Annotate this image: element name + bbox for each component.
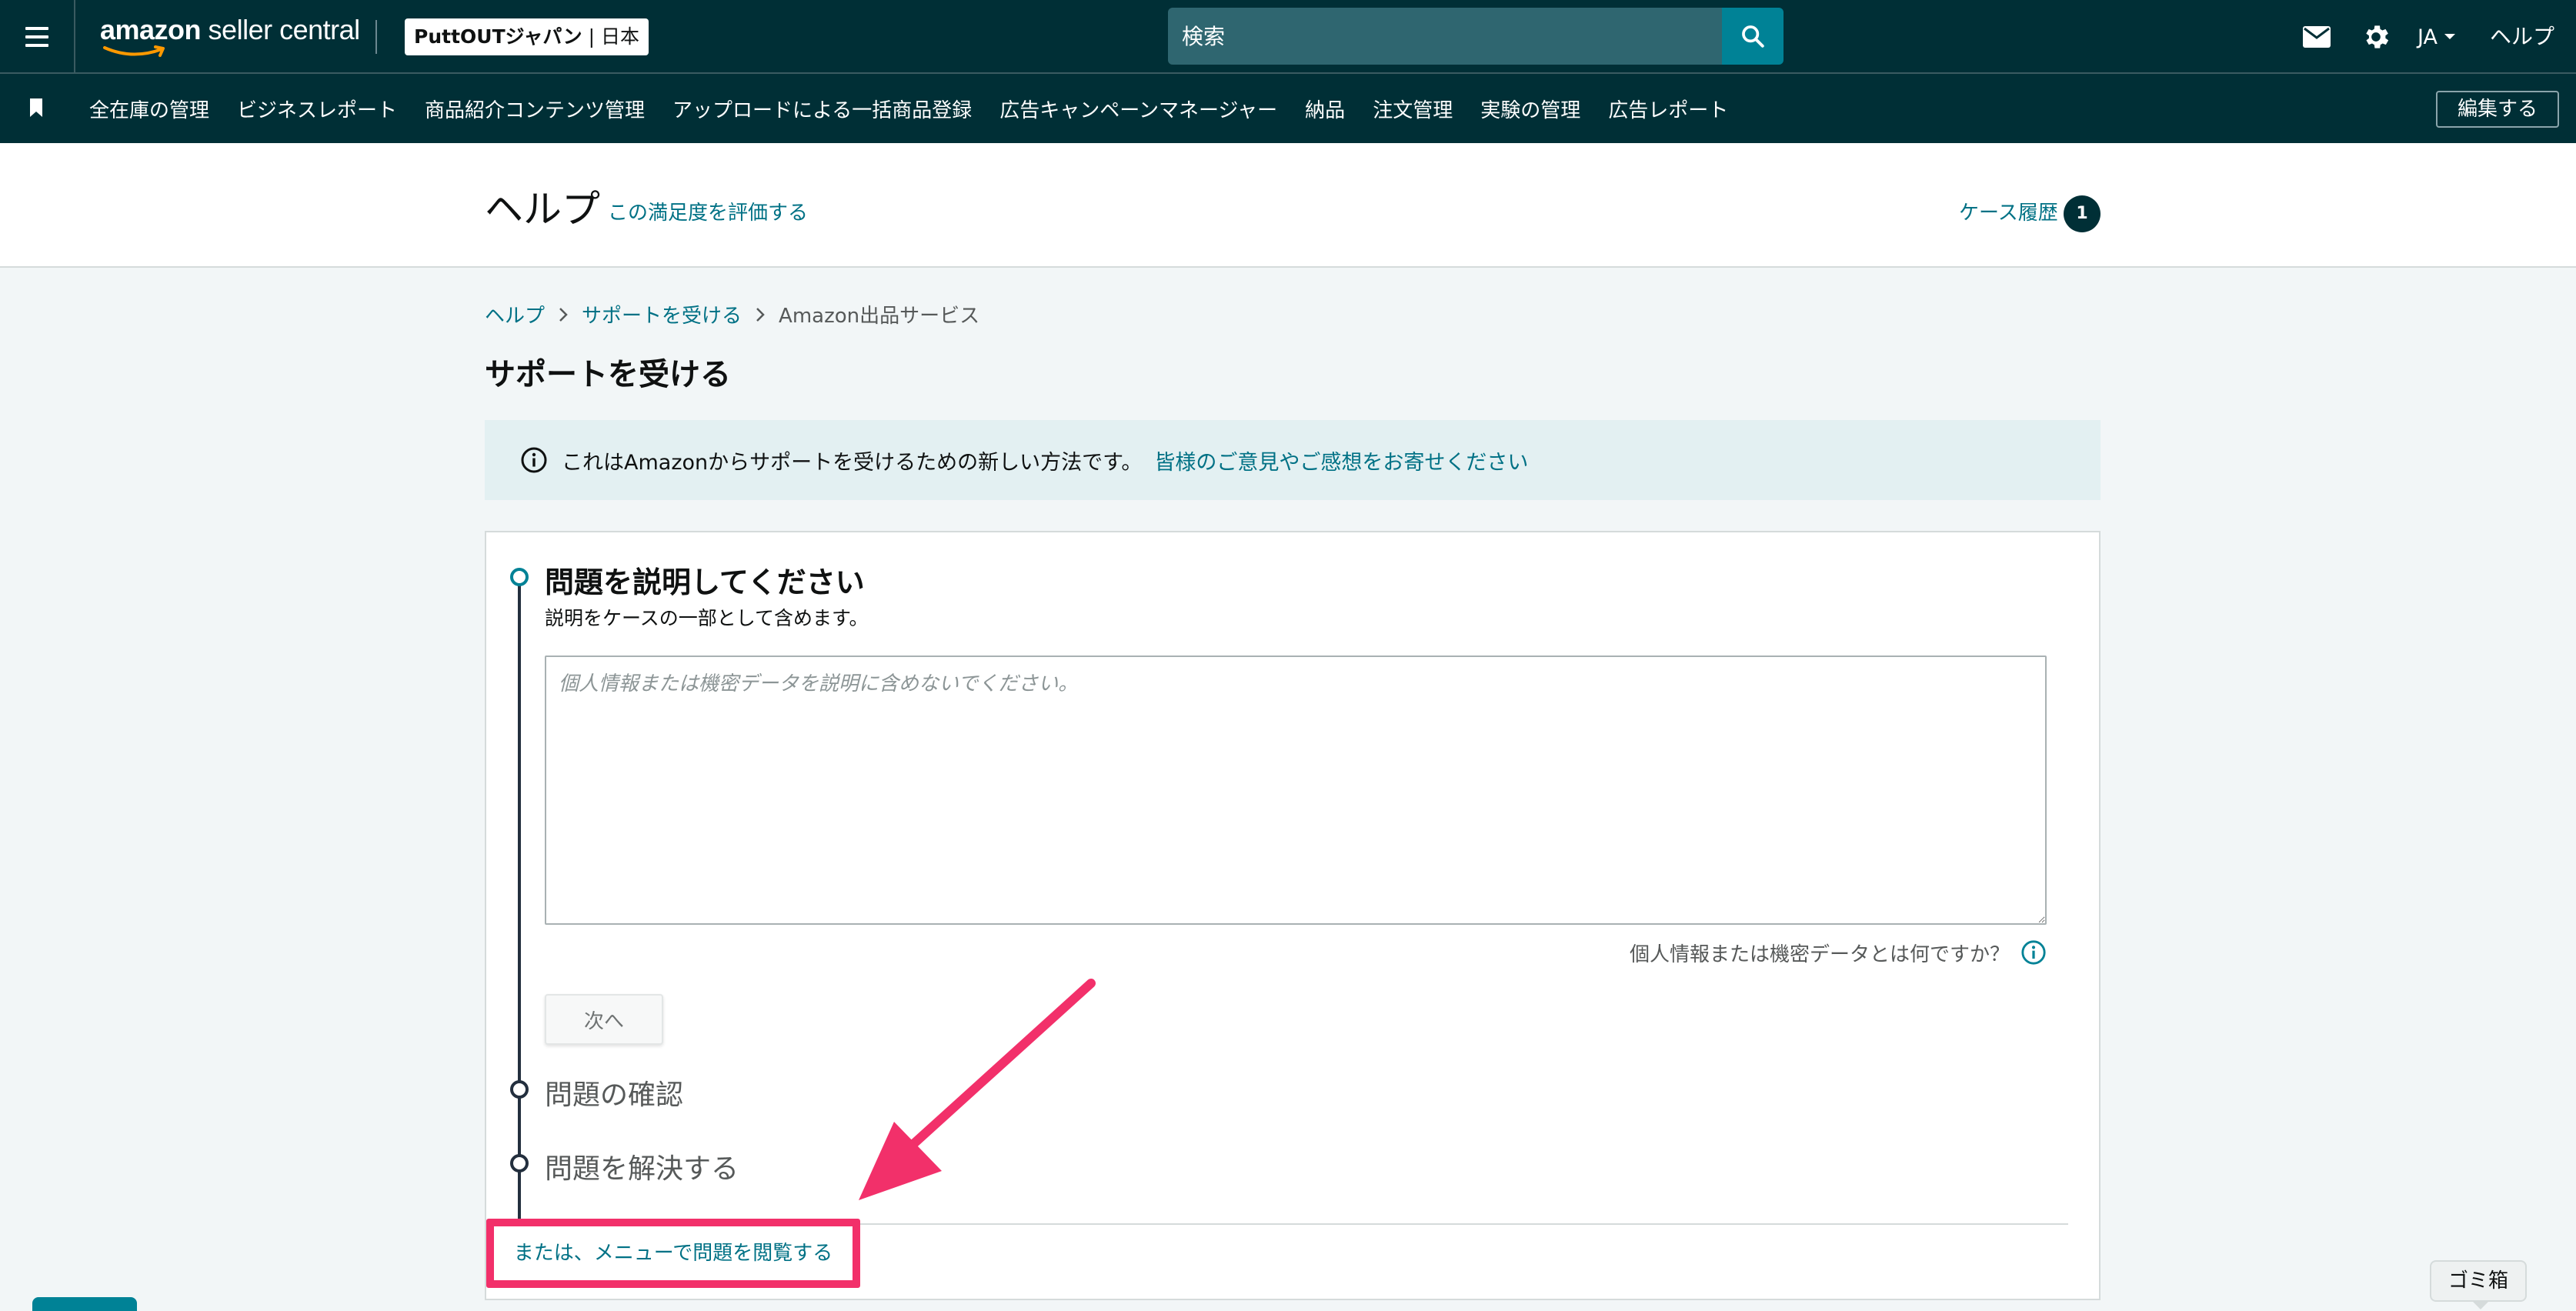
search-input[interactable] <box>1182 23 1722 49</box>
store-region: | 日本 <box>582 25 639 48</box>
search-button[interactable] <box>1722 8 1784 65</box>
annotation-arrow <box>859 979 1096 1200</box>
trash-caret <box>2471 1300 2490 1309</box>
step-indicator-3 <box>510 1154 529 1173</box>
info-icon <box>520 446 548 474</box>
issue-description-textarea[interactable] <box>545 656 2047 925</box>
info-banner: これはAmazonからサポートを受けるための新しい方法です。 皆様のご意見やご感… <box>485 420 2101 500</box>
messages-button[interactable] <box>2302 0 2331 74</box>
settings-button[interactable] <box>2361 0 2391 74</box>
sensitive-data-help[interactable]: 個人情報または機密データとは何ですか？ <box>1628 937 2047 968</box>
bottom-panel-tab[interactable] <box>32 1297 137 1311</box>
help-header: ヘルプ この満足度を評価する ケース履歴 1 <box>0 143 2576 268</box>
nav-item-bulk-upload[interactable]: アップロードによる一括商品登録 <box>672 95 972 123</box>
chevron-right-icon <box>559 307 568 322</box>
header-help-link[interactable]: ヘルプ <box>2490 0 2554 74</box>
gear-icon <box>2366 25 2389 48</box>
nav-item-orders[interactable]: 注文管理 <box>1373 95 1453 123</box>
help-title: ヘルプ <box>485 187 600 232</box>
search-field[interactable] <box>1168 8 1722 65</box>
top-bar: amazon seller central PuttOUTジャパン | 日本 J… <box>0 0 2576 74</box>
sensitive-data-help-text: 個人情報または機密データとは何ですか？ <box>1629 942 2010 966</box>
trash-button[interactable]: ゴミ箱 <box>2430 1260 2527 1302</box>
support-card: 問題を説明してください 説明をケースの一部として含めます。 個人情報または機密デ… <box>485 531 2101 1300</box>
bookmarks-nav: 全在庫の管理 ビジネスレポート 商品紹介コンテンツ管理 アップロードによる一括商… <box>0 74 2576 143</box>
amazon-smile-icon <box>103 45 165 57</box>
nav-item-aplus-content[interactable]: 商品紹介コンテンツ管理 <box>425 95 645 123</box>
breadcrumb-help[interactable]: ヘルプ <box>485 300 545 329</box>
step3-title: 問題を解決する <box>545 1153 739 1185</box>
step-indicator-2 <box>510 1080 529 1099</box>
chevron-right-icon <box>756 307 765 322</box>
bookmark-icon[interactable] <box>28 97 45 118</box>
info-icon[interactable] <box>2020 939 2047 966</box>
nav-item-experiments[interactable]: 実験の管理 <box>1480 95 1580 123</box>
browse-menu-link[interactable]: または、メニューで問題を閲覧する <box>486 1219 860 1288</box>
logo-divider <box>375 20 377 54</box>
next-button[interactable]: 次へ <box>545 994 663 1045</box>
step1-title: 問題を説明してください <box>545 565 865 599</box>
menu-icon[interactable] <box>0 0 75 74</box>
rate-satisfaction-link[interactable]: この満足度を評価する <box>608 197 808 225</box>
logo-product: seller central <box>201 14 361 45</box>
nav-item-campaign-manager[interactable]: 広告キャンペーンマネージャー <box>999 95 1277 123</box>
language-selector[interactable]: JA <box>2418 0 2456 74</box>
breadcrumb: ヘルプ サポートを受ける Amazon出品サービス <box>485 300 979 329</box>
feedback-link[interactable]: 皆様のご意見やご感想をお寄せください <box>1154 445 1528 475</box>
caret-down-icon <box>2444 34 2455 39</box>
nav-item-inventory[interactable]: 全在庫の管理 <box>89 95 209 123</box>
nav-items: 全在庫の管理 ビジネスレポート 商品紹介コンテンツ管理 アップロードによる一括商… <box>89 74 1756 143</box>
store-name: PuttOUTジャパン <box>414 25 582 48</box>
nav-item-business-reports[interactable]: ビジネスレポート <box>237 95 397 123</box>
step-indicator-active <box>510 568 529 586</box>
step1-subtitle: 説明をケースの一部として含めます。 <box>545 607 869 629</box>
breadcrumb-current: Amazon出品サービス <box>779 305 980 328</box>
seller-central-logo[interactable]: amazon seller central <box>100 14 360 60</box>
case-history-link[interactable]: ケース履歴 <box>1959 197 2058 225</box>
banner-message: これはAmazonからサポートを受けるための新しい方法です。 <box>562 450 1143 475</box>
nav-item-ad-reports[interactable]: 広告レポート <box>1608 95 1728 123</box>
language-label: JA <box>2418 25 2438 49</box>
case-count-badge[interactable]: 1 <box>2064 195 2101 232</box>
breadcrumb-get-support[interactable]: サポートを受ける <box>582 300 742 329</box>
mail-icon <box>2303 26 2331 48</box>
step-timeline <box>518 585 521 1239</box>
step2-title: 問題の確認 <box>545 1079 684 1111</box>
page-title: サポートを受ける <box>485 357 731 392</box>
store-selector[interactable]: PuttOUTジャパン | 日本 <box>405 18 649 55</box>
nav-item-shipments[interactable]: 納品 <box>1305 95 1345 123</box>
search-icon <box>1742 25 1764 48</box>
logo-brand: amazon <box>100 14 202 45</box>
edit-nav-button[interactable]: 編集する <box>2436 91 2559 128</box>
